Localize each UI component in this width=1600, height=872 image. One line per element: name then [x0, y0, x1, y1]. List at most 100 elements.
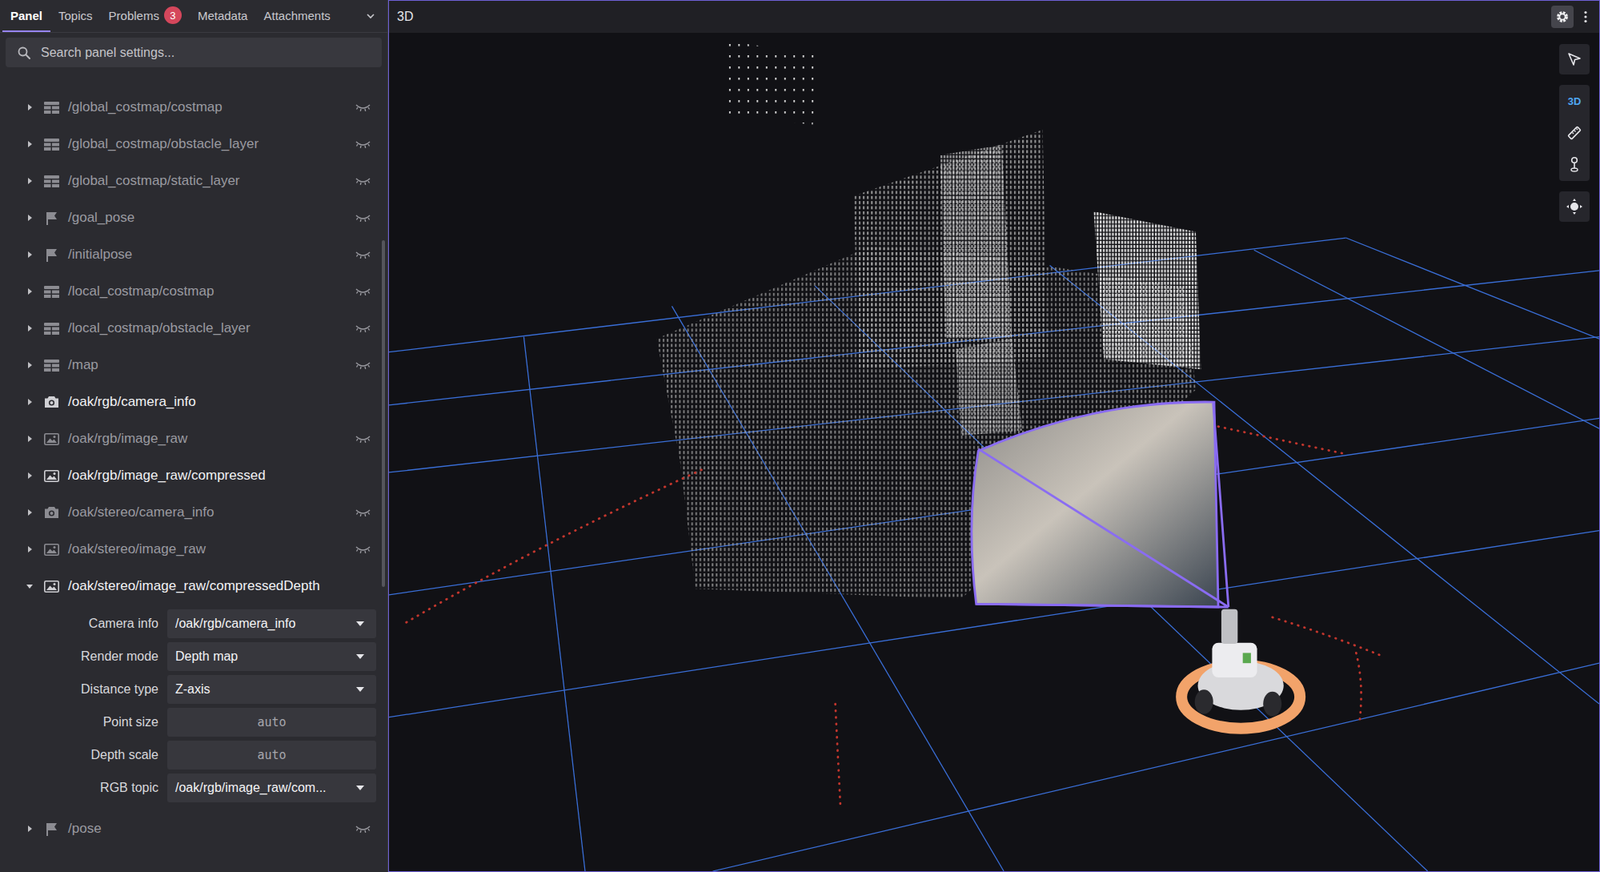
tab-label: Metadata	[197, 8, 249, 23]
camera-frustum	[971, 401, 1229, 607]
caret-right-icon[interactable]	[24, 139, 35, 149]
caret-right-icon[interactable]	[24, 176, 35, 186]
topic-name: /oak/rgb/image_raw/compressed	[68, 467, 372, 484]
eye-closed-icon[interactable]	[354, 823, 372, 834]
field-value: Depth map	[175, 649, 238, 664]
caret-right-icon[interactable]	[24, 544, 35, 554]
3d-scene[interactable]	[388, 32, 1600, 871]
sidebar-tab[interactable]: Problems3	[100, 0, 190, 33]
topic-row[interactable]: /goal_pose	[0, 199, 388, 237]
view-mode-toggle: 3D	[1567, 95, 1582, 108]
search-icon	[16, 45, 32, 61]
dropdown-arrow-icon	[355, 653, 365, 660]
select-tool-button[interactable]	[1559, 44, 1590, 75]
topic-row[interactable]: /pose	[0, 810, 388, 847]
caret-right-icon[interactable]	[24, 396, 35, 407]
topic-row[interactable]: /oak/stereo/camera_info	[0, 493, 388, 531]
caret-right-icon[interactable]	[24, 360, 35, 370]
eye-closed-icon[interactable]	[354, 139, 372, 149]
settings-field: Depth scaleauto	[0, 740, 388, 770]
follow-target-icon	[1565, 197, 1584, 216]
caret-right-icon[interactable]	[24, 212, 35, 223]
eye-closed-icon[interactable]	[354, 212, 372, 223]
caret-right-icon[interactable]	[24, 286, 35, 297]
tool-button[interactable]: 3D	[1559, 84, 1590, 117]
topic-row[interactable]: /oak/rgb/camera_info	[0, 383, 388, 421]
settings-field: Point size auto	[0, 707, 388, 737]
3d-viewport[interactable]: 3D	[388, 32, 1600, 871]
topic-row[interactable]: /global_costmap/obstacle_layer	[0, 125, 388, 163]
topic-row[interactable]: /oak/rgb/image_raw/compressed	[0, 457, 388, 494]
field-select[interactable]: /oak/rgb/camera_info	[167, 609, 377, 638]
topic-name: /local_costmap/costmap	[68, 283, 349, 300]
tool-group: 3D	[1559, 84, 1590, 181]
more-tabs-button[interactable]	[353, 0, 388, 33]
image-icon	[44, 433, 60, 446]
eye-closed-icon[interactable]	[354, 323, 372, 333]
topic-name: /initialpose	[68, 246, 349, 263]
sidebar-tab[interactable]: Attachments	[255, 0, 338, 33]
topic-list: /global_costmap/costmap/global_costmap/o…	[0, 67, 388, 847]
laser-scan	[406, 426, 1380, 807]
tab-label: Topics	[58, 8, 93, 23]
field-select[interactable]: Depth map	[167, 641, 377, 671]
eye-closed-icon[interactable]	[354, 286, 372, 297]
caret-right-icon[interactable]	[24, 249, 35, 260]
caret-right-icon[interactable]	[24, 470, 35, 481]
topic-row[interactable]: /global_costmap/static_layer	[0, 162, 388, 200]
image-icon	[44, 543, 60, 556]
eye-closed-icon[interactable]	[354, 102, 372, 113]
publish-point-icon	[1566, 156, 1583, 174]
search-field[interactable]: Search panel settings...	[5, 37, 382, 68]
field-label: Point size	[51, 714, 159, 730]
settings-field: RGB topic/oak/rgb/image_raw/com...	[0, 773, 388, 803]
scrollbar[interactable]	[381, 240, 385, 587]
more-vertical-icon[interactable]	[1583, 9, 1588, 25]
sidebar-tabs: Panel Topics Problems3 Metadata Attachments	[0, 0, 388, 33]
eye-closed-icon[interactable]	[354, 249, 372, 260]
caret-down-icon[interactable]	[24, 581, 35, 591]
topic-row[interactable]: /map	[0, 346, 388, 384]
eye-closed-icon[interactable]	[354, 360, 372, 370]
caret-right-icon[interactable]	[24, 102, 35, 113]
3d-panel: 3D 3D	[388, 0, 1600, 872]
caret-right-icon[interactable]	[24, 323, 35, 333]
viewport-toolbar: 3D	[1559, 44, 1590, 222]
topic-row[interactable]: /oak/rgb/image_raw	[0, 420, 388, 458]
follow-tool-button[interactable]	[1559, 191, 1590, 222]
tab-label: Panel	[10, 8, 43, 23]
field-select[interactable]: /oak/rgb/image_raw/com...	[167, 773, 377, 803]
topic-row[interactable]: /local_costmap/obstacle_layer	[0, 309, 388, 347]
dropdown-arrow-icon	[355, 784, 365, 791]
sidebar-tab[interactable]: Topics	[50, 0, 101, 33]
field-input[interactable]: auto	[167, 707, 377, 737]
tool-button[interactable]	[1559, 116, 1590, 149]
sidebar-tab[interactable]: Panel	[2, 0, 51, 33]
caret-right-icon[interactable]	[24, 507, 35, 518]
caret-right-icon[interactable]	[24, 823, 35, 834]
grid-icon	[44, 359, 60, 372]
eye-closed-icon[interactable]	[354, 507, 372, 518]
topic-row[interactable]: /oak/stereo/image_raw	[0, 530, 388, 568]
topic-row[interactable]: /local_costmap/costmap	[0, 272, 388, 310]
grid-icon	[44, 138, 60, 151]
caret-right-icon[interactable]	[24, 433, 35, 444]
field-value: /oak/rgb/image_raw/com...	[175, 780, 327, 795]
sidebar-tab[interactable]: Metadata	[189, 0, 257, 33]
eye-closed-icon[interactable]	[354, 176, 372, 186]
field-select[interactable]: Z-axis	[167, 674, 377, 704]
header-actions	[1551, 5, 1588, 29]
eye-closed-icon[interactable]	[354, 433, 372, 444]
field-input[interactable]: auto	[167, 740, 377, 770]
settings-button[interactable]	[1551, 5, 1574, 29]
topic-row[interactable]: /oak/stereo/image_raw/compressedDepth	[0, 567, 388, 605]
topic-name: /oak/stereo/camera_info	[68, 504, 349, 521]
topic-row[interactable]: /global_costmap/costmap	[0, 88, 388, 126]
topic-row[interactable]: /initialpose	[0, 236, 388, 273]
panel-title: 3D	[396, 9, 414, 25]
robot-model	[1181, 609, 1300, 729]
tool-button[interactable]	[1559, 148, 1590, 181]
search-placeholder: Search panel settings...	[40, 45, 175, 61]
eye-closed-icon[interactable]	[354, 544, 372, 554]
topic-name: /oak/rgb/image_raw	[68, 430, 349, 447]
